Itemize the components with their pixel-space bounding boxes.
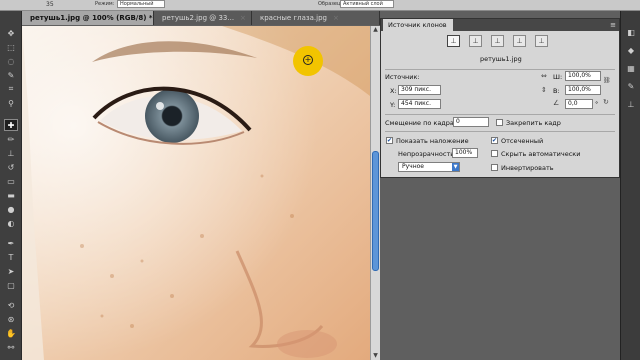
swatches-panel-icon[interactable]: ▦ <box>625 63 637 75</box>
height-icon: ⇕ <box>541 86 547 94</box>
tab-retouch1[interactable]: ретушь1.jpg @ 100% (RGB/8) *× <box>22 11 154 25</box>
healing-brush-tool-icon[interactable]: ✚ <box>4 119 18 131</box>
history-brush-tool-icon[interactable]: ↺ <box>4 161 18 173</box>
auto-hide-checkbox[interactable] <box>491 150 498 157</box>
blend-mode-select[interactable]: Ручное ▼ <box>398 162 460 172</box>
quick-select-tool-icon[interactable]: ✎ <box>4 69 18 81</box>
divider <box>385 131 615 132</box>
reset-transform-icon[interactable]: ↻ <box>603 98 609 106</box>
x-label: X: <box>390 87 397 95</box>
color-panel-icon[interactable]: ◆ <box>625 45 637 57</box>
tab-label: ретушь1.jpg @ 100% (RGB/8) * <box>30 14 153 22</box>
show-overlay-label: Показать наложение <box>396 137 469 145</box>
hand-tool-icon[interactable]: ✋ <box>4 327 18 339</box>
panel-title[interactable]: Источник клонов <box>383 19 453 31</box>
source-label: Источник: <box>385 73 420 81</box>
invert-checkbox[interactable] <box>491 164 498 171</box>
brush-tool-icon[interactable]: ✏ <box>4 133 18 145</box>
eraser-tool-icon[interactable]: ▭ <box>4 175 18 187</box>
document-tabs: ретушь1.jpg @ 100% (RGB/8) *× ретушь2.jp… <box>22 11 380 25</box>
brush-size-value: 35 <box>46 1 54 8</box>
panel-menu-icon[interactable]: ≡ <box>610 19 616 31</box>
link-icon[interactable]: ⛓ <box>603 77 611 84</box>
shape-tool-icon[interactable]: ▢ <box>4 279 18 291</box>
opacity-input[interactable]: 100% <box>452 148 478 158</box>
frame-offset-label: Смещение по кадрам: <box>385 119 462 127</box>
x-offset-input[interactable]: 309 пикс. <box>398 85 441 95</box>
clone-source-3-icon[interactable]: ⊥ <box>491 35 504 47</box>
tab-retouch2[interactable]: ретушь2.jpg @ 33... × <box>154 11 252 25</box>
3d-tool-icon[interactable]: ⟲ <box>4 299 18 311</box>
show-overlay-checkbox[interactable]: ✔ <box>386 137 393 144</box>
blur-tool-icon[interactable]: ● <box>4 203 18 215</box>
dodge-tool-icon[interactable]: ◐ <box>4 217 18 229</box>
opacity-label: Непрозрачность: <box>398 150 457 158</box>
panel-dock: ◧ ◆ ▦ ✎ ⊥ <box>620 11 640 360</box>
mode-label: Режим: <box>95 1 115 7</box>
history-panel-icon[interactable]: ◧ <box>625 27 637 39</box>
sample-select[interactable]: Активный слой <box>340 0 394 8</box>
type-tool-icon[interactable]: T <box>4 251 18 263</box>
move-tool-icon[interactable]: ✥ <box>4 27 18 39</box>
clone-source-1-icon[interactable]: ⊥ <box>447 35 460 47</box>
tab-red-eyes[interactable]: красные глаза.jpg × <box>252 11 380 25</box>
y-offset-input[interactable]: 454 пикс. <box>398 99 441 109</box>
clone-source-panel: Источник клонов ≡ ⊥ ⊥ ⊥ ⊥ ⊥ ретушь1.jpg … <box>380 18 620 178</box>
sample-label: Образец: <box>318 1 343 7</box>
tab-label: красные глаза.jpg <box>260 14 327 22</box>
mode-select[interactable]: Нормальный <box>117 0 165 8</box>
toolbox: ✥ ⬚ ◌ ✎ ⌗ ⚲ ✚ ✏ ⊥ ↺ ▭ ▬ ● ◐ ✒ T ➤ ▢ ⟲ ⊛ … <box>0 11 22 360</box>
panel-header: Источник клонов ≡ <box>381 19 619 31</box>
pen-tool-icon[interactable]: ✒ <box>4 237 18 249</box>
crop-tool-icon[interactable]: ⌗ <box>4 83 18 95</box>
3d-camera-tool-icon[interactable]: ⊛ <box>4 313 18 325</box>
gradient-tool-icon[interactable]: ▬ <box>4 189 18 201</box>
options-bar: 35 Режим: Нормальный Образец: Активный с… <box>0 0 640 11</box>
scroll-up-icon[interactable]: ▲ <box>371 26 380 34</box>
invert-label: Инвертировать <box>501 164 554 172</box>
clone-stamp-tool-icon[interactable]: ⊥ <box>4 147 18 159</box>
photoshop-window: 35 Режим: Нормальный Образец: Активный с… <box>0 0 640 360</box>
clone-stamp-cursor-icon: + <box>293 46 323 76</box>
source-file-name: ретушь1.jpg <box>480 55 522 63</box>
width-icon: ⇔ <box>541 72 547 80</box>
auto-hide-label: Скрыть автоматически <box>501 150 581 158</box>
scroll-down-icon[interactable]: ▼ <box>371 352 380 360</box>
clone-source-5-icon[interactable]: ⊥ <box>535 35 548 47</box>
brush-panel-icon[interactable]: ✎ <box>625 81 637 93</box>
width-scale-input[interactable]: 100,0% <box>565 71 601 81</box>
chevron-down-icon: ▼ <box>452 163 459 171</box>
clipped-label: Отсеченный <box>501 137 544 145</box>
clone-source-4-icon[interactable]: ⊥ <box>513 35 526 47</box>
close-icon[interactable]: × <box>240 14 246 22</box>
width-label: Ш: <box>553 73 563 81</box>
lock-frame-checkbox[interactable] <box>496 119 503 126</box>
height-label: В: <box>553 87 560 95</box>
clipped-checkbox[interactable]: ✔ <box>491 137 498 144</box>
face-photo <box>22 26 370 360</box>
blend-mode-value: Ручное <box>402 163 424 170</box>
path-select-tool-icon[interactable]: ➤ <box>4 265 18 277</box>
divider <box>385 69 615 70</box>
frame-offset-input[interactable]: 0 <box>453 117 489 127</box>
vertical-scrollbar[interactable]: ▲ ▼ <box>370 26 380 360</box>
clone-source-2-icon[interactable]: ⊥ <box>469 35 482 47</box>
scroll-thumb[interactable] <box>372 151 379 271</box>
lock-frame-label: Закрепить кадр <box>506 119 561 127</box>
clone-source-panel-icon[interactable]: ⊥ <box>625 99 637 111</box>
rotate-icon: ∠ <box>553 99 560 107</box>
divider <box>385 114 615 115</box>
close-icon[interactable]: × <box>333 14 339 22</box>
eyedropper-tool-icon[interactable]: ⚲ <box>4 97 18 109</box>
lasso-tool-icon[interactable]: ◌ <box>4 55 18 67</box>
y-label: Y: <box>390 101 396 109</box>
tab-label: ретушь2.jpg @ 33... <box>162 14 235 22</box>
document-canvas[interactable]: + <box>22 26 370 360</box>
angle-input[interactable]: 0,0 <box>565 99 593 109</box>
height-scale-input[interactable]: 100,0% <box>565 85 601 95</box>
zoom-tool-icon[interactable]: ⚯ <box>4 341 18 353</box>
angle-unit: ° <box>595 100 599 108</box>
marquee-tool-icon[interactable]: ⬚ <box>4 41 18 53</box>
